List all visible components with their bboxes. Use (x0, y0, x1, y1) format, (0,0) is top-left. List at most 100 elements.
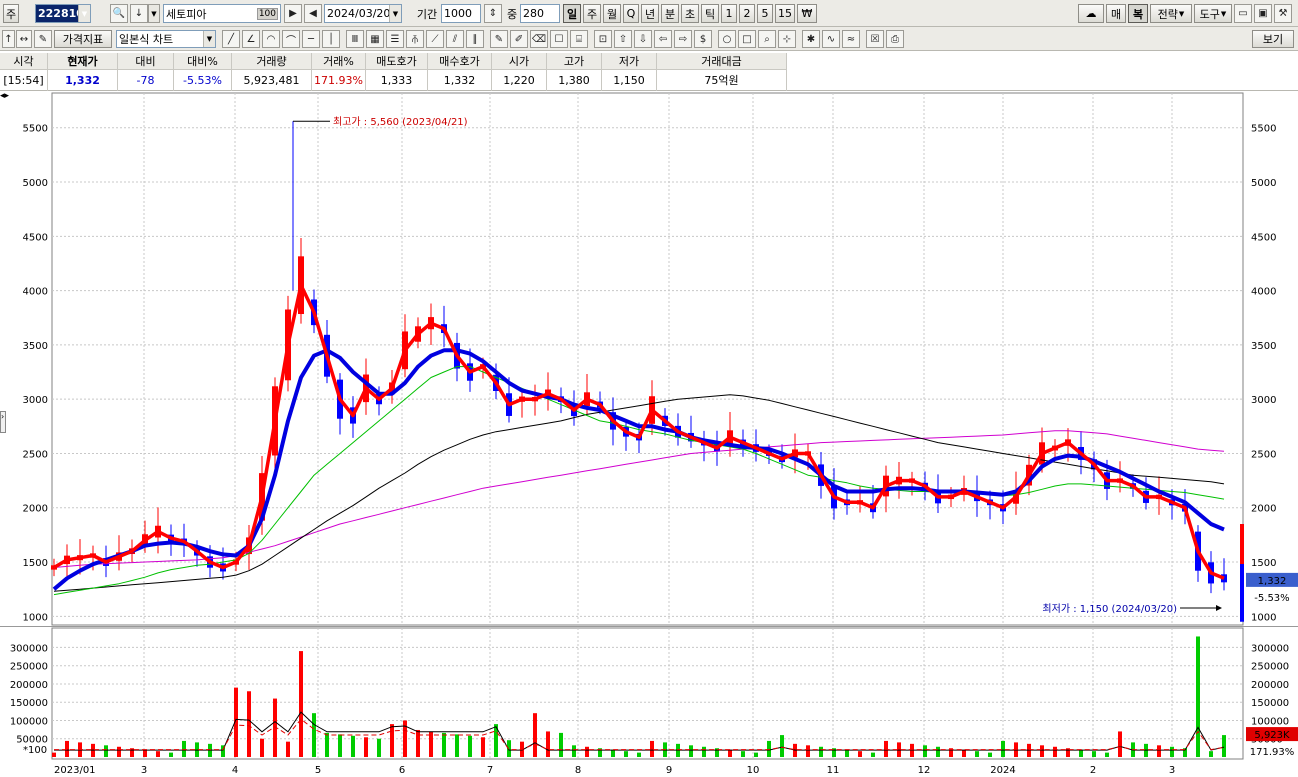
pencil-icon[interactable]: ✎ (490, 30, 508, 48)
interval-button-12[interactable]: ₩ (797, 4, 817, 23)
arrow-up-icon[interactable]: ↑ (2, 30, 15, 48)
square-tool-icon[interactable]: □ (738, 30, 756, 48)
line-tool-icon[interactable]: ╱ (222, 30, 240, 48)
quote-col-9: 고가 1,380 (547, 53, 602, 91)
strategy-button[interactable]: 전략 ▼ (1150, 4, 1192, 23)
volume-bar (455, 734, 459, 757)
zoom-icon[interactable]: ⊡ (594, 30, 612, 48)
chevron-down-icon[interactable]: ▼ (148, 4, 160, 23)
edit-icon[interactable]: ✎ (34, 30, 52, 48)
circle-tool-icon[interactable]: ○ (718, 30, 736, 48)
volume-tick-label-right: 100000 (1251, 716, 1289, 727)
bars-tool-icon[interactable]: Ⅲ (346, 30, 364, 48)
quote-value: 1,150 (613, 73, 645, 87)
box-x-icon[interactable]: ☒ (866, 30, 884, 48)
table-tool-icon[interactable]: ☰ (386, 30, 404, 48)
folder-open-icon[interactable]: ▭ (1234, 4, 1252, 23)
angle-tool-icon[interactable]: ∠ (242, 30, 260, 48)
period-input[interactable]: 1000 (441, 4, 481, 23)
chart-type-select[interactable]: 일본식 차트 ▼ (116, 30, 216, 48)
wrench-icon[interactable]: ⚒ (1274, 4, 1292, 23)
y-tick-label-right: 1500 (1251, 558, 1276, 569)
note-icon[interactable]: ☐ (550, 30, 568, 48)
volume-bar (845, 749, 849, 757)
y-tick-label-right: 2000 (1251, 504, 1276, 515)
grid-tool-icon[interactable]: ▦ (366, 30, 384, 48)
volume-bar (325, 732, 329, 757)
chevron-down-icon[interactable]: ▼ (78, 5, 90, 22)
arrow-down-icon[interactable]: ⇩ (634, 30, 652, 48)
rate-badge: 100 (256, 7, 278, 20)
interval-button-8[interactable]: 1 (721, 4, 737, 23)
volume-bar (962, 749, 966, 757)
arrow-right-icon[interactable]: ⇨ (674, 30, 692, 48)
print-icon[interactable]: ⎙ (886, 30, 904, 48)
hline-tool-icon[interactable]: ─ (302, 30, 320, 48)
dollar-icon[interactable]: $ (694, 30, 712, 48)
tools-label: 도구 (1199, 7, 1220, 21)
count-input[interactable]: 280 (520, 4, 560, 23)
volume-bar (533, 713, 537, 757)
quote-header: 매수호가 (428, 53, 491, 70)
main-toolbar: 주 222810 ▼ 🔍 ↓ ▼ 세토피아 100 ▶ ◀ 2024/03/20 ▼… (0, 0, 1298, 27)
play-forward-icon[interactable]: ▶ (284, 4, 302, 23)
chevron-down-icon: ▼ (1220, 9, 1227, 18)
stock-code-input[interactable]: 222810 ▼ (35, 4, 91, 23)
search-icon[interactable]: 🔍 (110, 4, 128, 23)
save-icon[interactable]: ▣ (1254, 4, 1272, 23)
interval-button-2[interactable]: 월 (603, 4, 621, 23)
cloud-icon[interactable]: ☁ (1078, 4, 1104, 23)
interval-button-9[interactable]: 2 (739, 4, 755, 23)
chevron-down-icon[interactable]: ▼ (389, 5, 401, 22)
date-input[interactable]: 2024/03/20 ▼ (324, 4, 402, 23)
arrow-up-icon[interactable]: ⇧ (614, 30, 632, 48)
quote-header: 현재가 (48, 53, 117, 70)
arc-tool-icon[interactable]: ◠ (262, 30, 280, 48)
buy-button[interactable]: 매 (1106, 4, 1126, 23)
x-tick-label: 2024 (990, 765, 1015, 776)
compound-button[interactable]: 복 (1128, 4, 1148, 23)
interval-button-11[interactable]: 15 (775, 4, 795, 23)
fib-tool-icon[interactable]: ⌸ (570, 30, 588, 48)
arrow-left-icon[interactable]: ⇦ (654, 30, 672, 48)
spin-icon[interactable]: ⇕ (484, 4, 502, 23)
sort-icon[interactable]: ↓ (130, 4, 148, 23)
fork-tool-icon[interactable]: ⫚ (406, 30, 424, 48)
tools-button[interactable]: 도구 ▼ (1194, 4, 1232, 23)
play-back-icon[interactable]: ◀ (304, 4, 322, 23)
chevron-down-icon: ▼ (1178, 9, 1185, 18)
price-volume-chart[interactable]: 1000 1000 1500 1500 2000 2000 2500 2500 3000 3000… (0, 91, 1298, 777)
channel-tool-icon[interactable]: ⫽ (446, 30, 464, 48)
quote-value: 1,380 (558, 73, 590, 87)
code-prefix-button[interactable]: 주 (3, 4, 19, 23)
stock-name-input[interactable]: 세토피아 100 (163, 4, 281, 23)
trend-tool-icon[interactable]: ⟋ (426, 30, 444, 48)
y-tick-label: 2000 (23, 504, 48, 515)
interval-button-1[interactable]: 주 (583, 4, 601, 23)
magnify-icon[interactable]: ⌕ (758, 30, 776, 48)
wave-alt-icon[interactable]: ≈ (842, 30, 860, 48)
fan-tool-icon[interactable]: ⌒ (282, 30, 300, 48)
chevron-down-icon[interactable]: ▼ (203, 31, 215, 47)
current-change-label: -5.53% (1254, 593, 1289, 604)
bug-icon[interactable]: ✱ (802, 30, 820, 48)
eraser-icon[interactable]: ⌫ (530, 30, 548, 48)
interval-button-0[interactable]: 일 (563, 4, 581, 23)
wave-icon[interactable]: ∿ (822, 30, 840, 48)
quote-value: 171.93% (314, 73, 363, 87)
volume-bar (1209, 751, 1213, 757)
volume-bar (780, 735, 784, 757)
interval-button-10[interactable]: 5 (757, 4, 773, 23)
interval-button-4[interactable]: 년 (641, 4, 659, 23)
interval-button-6[interactable]: 초 (681, 4, 699, 23)
crosshair-icon[interactable]: ⊹ (778, 30, 796, 48)
view-button[interactable]: 보기 (1252, 30, 1294, 48)
interval-button-3[interactable]: Q (623, 4, 639, 23)
interval-button-5[interactable]: 분 (661, 4, 679, 23)
marker-icon[interactable]: ✐ (510, 30, 528, 48)
vline-tool-icon[interactable]: │ (322, 30, 340, 48)
parallel-tool-icon[interactable]: ∥ (466, 30, 484, 48)
interval-button-7[interactable]: 틱 (701, 4, 719, 23)
arrows-horizontal-icon[interactable]: ↔ (16, 30, 32, 48)
price-indicator-button[interactable]: 가격지표 (54, 30, 112, 48)
